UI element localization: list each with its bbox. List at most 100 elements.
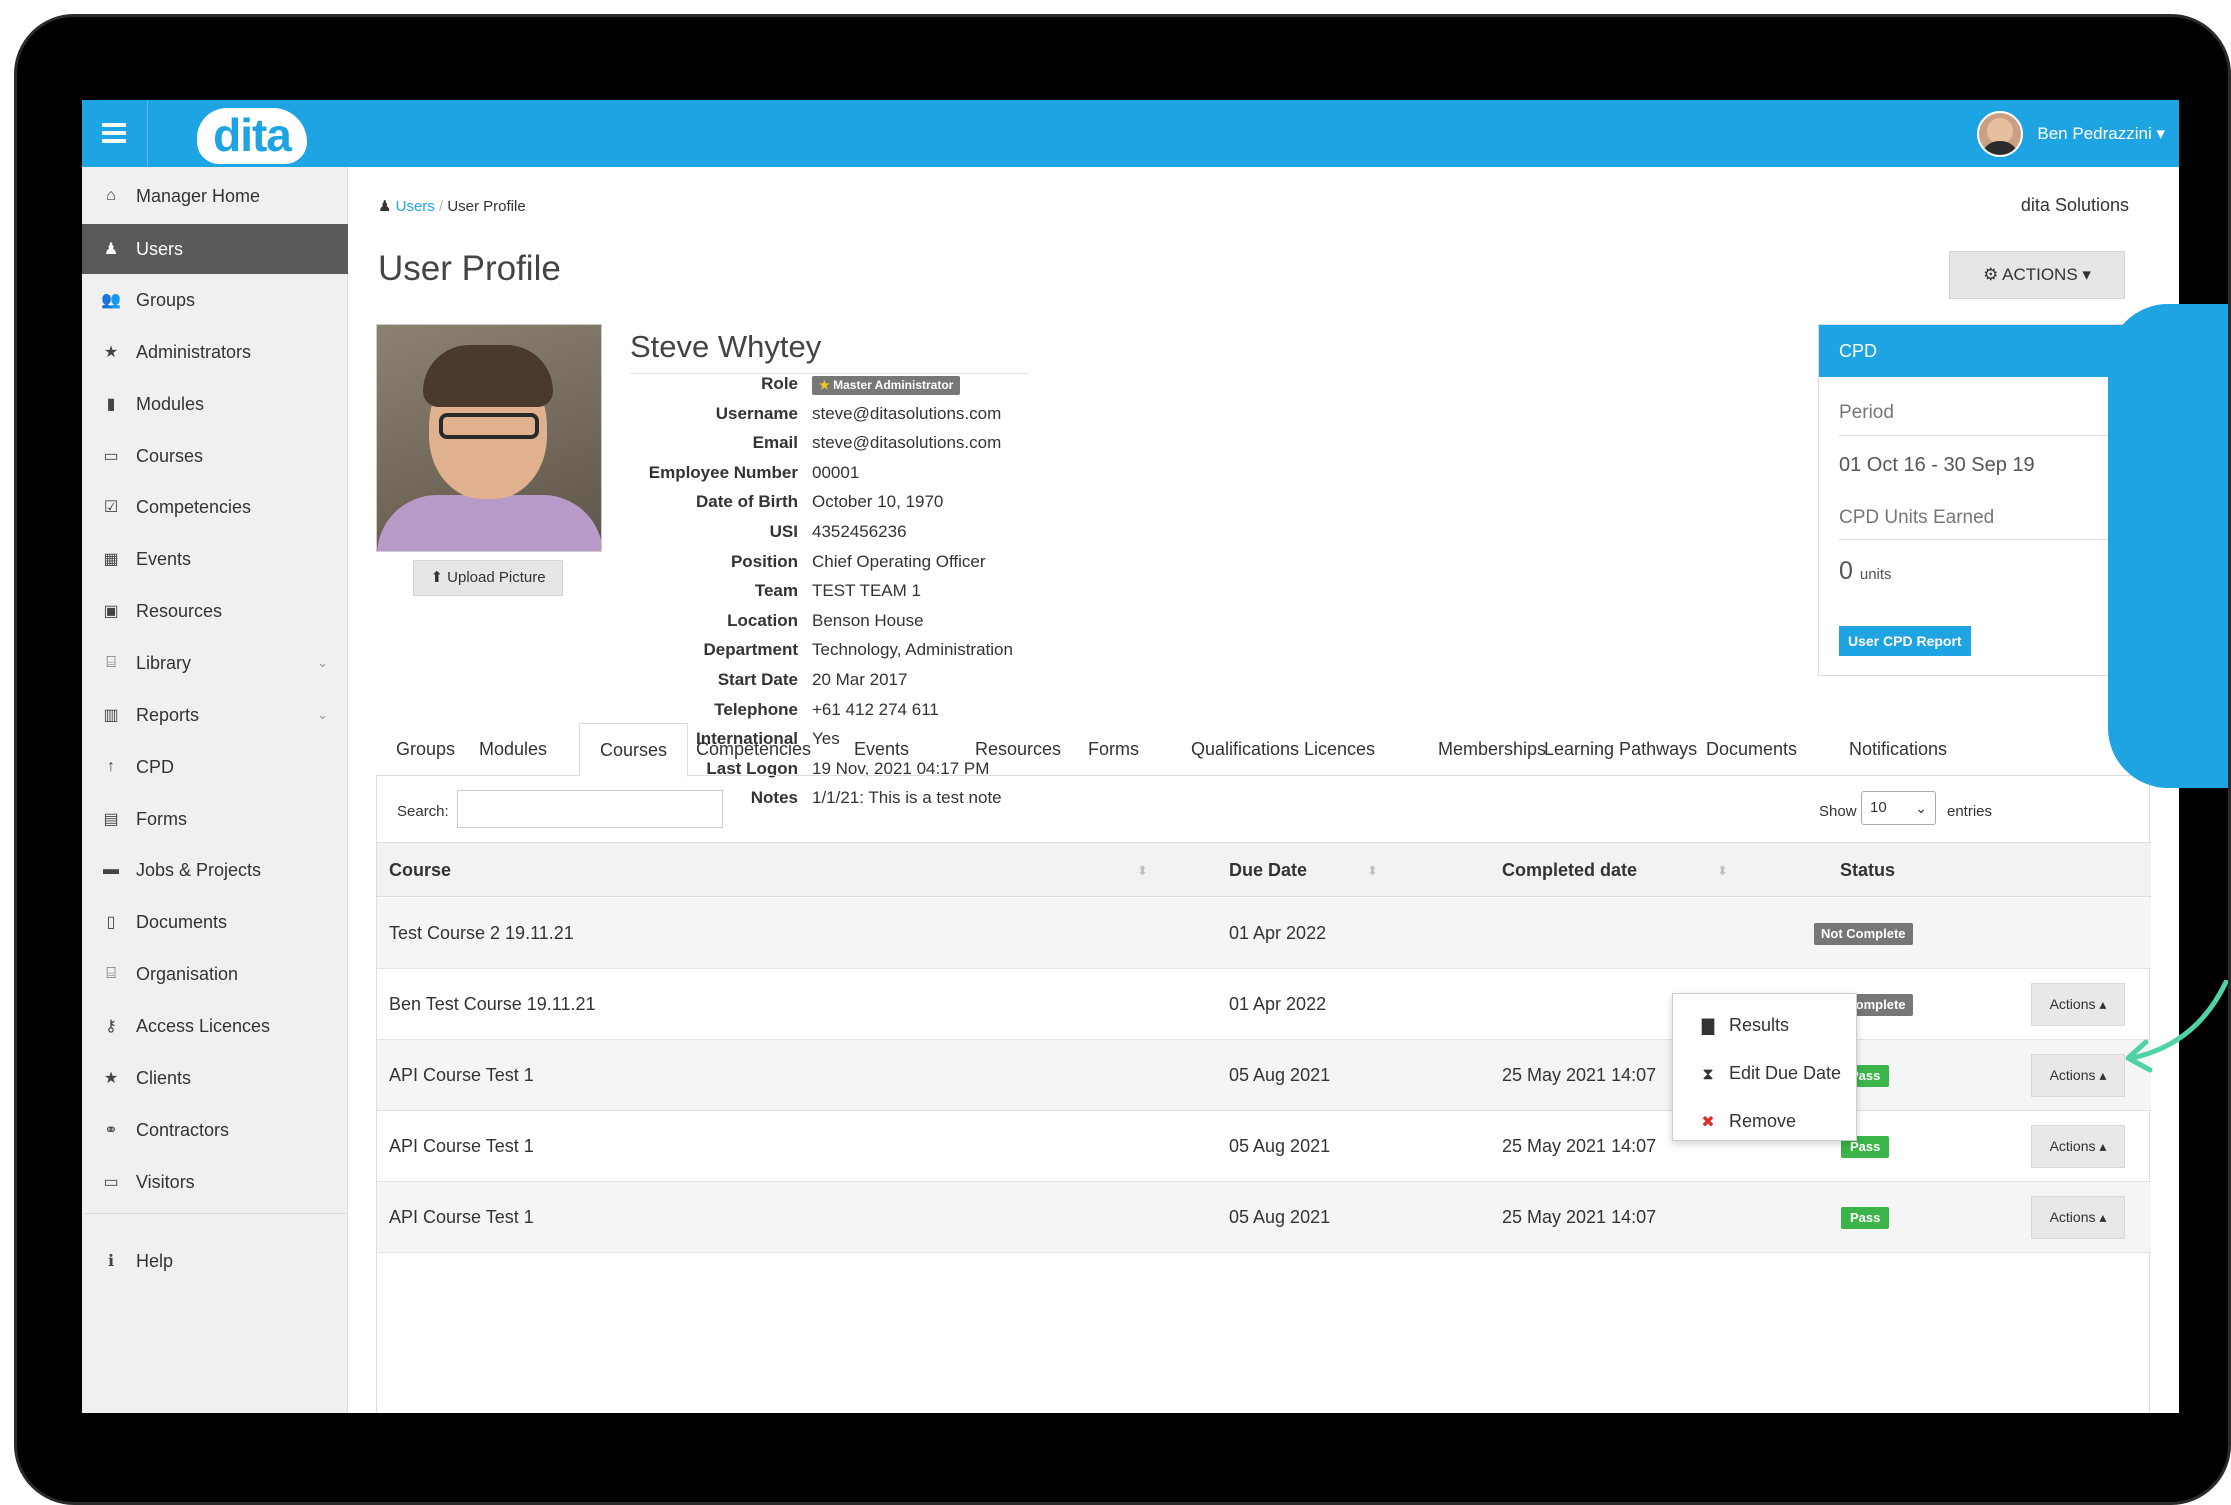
- breadcrumb-users-link[interactable]: Users: [396, 198, 435, 215]
- sidebar-item-label: Visitors: [136, 1171, 195, 1192]
- row-actions-button[interactable]: Actions ▴: [2031, 983, 2125, 1026]
- row-actions-button[interactable]: Actions ▴: [2031, 1125, 2125, 1168]
- sidebar-item-modules[interactable]: ▮ Modules: [82, 379, 348, 429]
- dita-logo[interactable]: dita: [197, 108, 307, 164]
- tab-resources[interactable]: Resources: [955, 723, 1081, 776]
- row-actions-button[interactable]: Actions ▴: [2031, 1196, 2125, 1239]
- breadcrumb-current: User Profile: [447, 198, 526, 215]
- sidebar-item-contractors[interactable]: ⚭ Contractors: [82, 1105, 348, 1155]
- sidebar-item-organisation[interactable]: ⌸ Organisation: [82, 949, 348, 999]
- sidebar-item-visitors[interactable]: ▭ Visitors: [82, 1157, 348, 1207]
- folder-icon: ▭: [103, 448, 119, 465]
- profile-field-value: Chief Operating Officer: [812, 551, 986, 571]
- chevron-down-icon: ⌄: [1915, 800, 1927, 816]
- sidebar-item-label: Reports: [136, 704, 200, 725]
- tab-events[interactable]: Events: [834, 723, 929, 776]
- profile-field-value: October 10, 1970: [812, 492, 944, 512]
- column-status[interactable]: Status: [1840, 843, 1895, 898]
- calendar-icon: ▦: [103, 551, 119, 568]
- dropdown-item-edit-due-date[interactable]: ⧗ Edit Due Date: [1673, 1052, 1858, 1094]
- column-completed-date[interactable]: Completed date: [1502, 843, 1637, 898]
- callout-bubble: [2108, 304, 2228, 788]
- entries-per-page-select[interactable]: 10 ⌄: [1861, 791, 1936, 825]
- sort-icon[interactable]: ⬍: [1137, 843, 1148, 898]
- course-name: Ben Test Course 19.11.21: [389, 994, 596, 1014]
- cpd-units-number: 0: [1839, 557, 1853, 585]
- breadcrumb-separator: /: [438, 198, 444, 215]
- sidebar-item-groups[interactable]: 👥 Groups: [82, 275, 348, 325]
- table-row: Test Course 2 19.11.21 01 Apr 2022 Not Com…: [377, 898, 2151, 969]
- tab-forms[interactable]: Forms: [1068, 723, 1159, 776]
- sidebar-item-reports[interactable]: ▥ Reports ⌄: [82, 690, 348, 740]
- organisation-name: dita Solutions: [2020, 195, 2129, 215]
- course-name: API Course Test 1: [389, 1136, 534, 1156]
- avatar: [1977, 110, 2024, 157]
- chart-icon: ▥: [103, 707, 119, 724]
- due-date: 05 Aug 2021: [1229, 1136, 1331, 1156]
- top-navbar: dita Ben Pedrazzini ▾: [82, 100, 2179, 167]
- sidebar-item-label: Courses: [136, 445, 204, 466]
- sidebar-item-administrators[interactable]: ★ Administrators: [82, 327, 348, 377]
- user-menu[interactable]: Ben Pedrazzini ▾: [1977, 100, 2179, 167]
- sidebar-item-label: Modules: [136, 393, 205, 414]
- sidebar-item-clients[interactable]: ★ Clients: [82, 1053, 348, 1103]
- sidebar-item-competencies[interactable]: ☑ Competencies: [82, 482, 348, 532]
- profile-field-value: Benson House: [812, 610, 924, 630]
- profile-field-label: Position: [730, 551, 798, 571]
- profile-field-value: steve@ditasolutions.com: [812, 433, 1002, 453]
- tab-courses[interactable]: Courses: [579, 723, 689, 777]
- role-badge: ★ Master Administrator: [812, 376, 961, 395]
- dropdown-item-remove[interactable]: ✖ Remove: [1673, 1100, 1858, 1142]
- tab-modules[interactable]: Modules: [459, 723, 567, 776]
- user-icon: ♟: [103, 241, 119, 258]
- user-cpd-report-button[interactable]: User CPD Report: [1839, 626, 1971, 656]
- sidebar-item-cpd[interactable]: ↑ CPD: [82, 742, 348, 792]
- status-badge: Not Complete: [1814, 923, 1913, 945]
- row-actions-button[interactable]: Actions ▴: [2031, 1054, 2125, 1097]
- archive-icon: ▣: [103, 603, 119, 620]
- sidebar-item-help[interactable]: ℹ Help: [82, 1236, 348, 1286]
- hamburger-menu-button[interactable]: [82, 100, 148, 167]
- sidebar-item-manager-home[interactable]: ⌂ Manager Home: [82, 171, 348, 221]
- sidebar-item-label: Administrators: [136, 341, 252, 362]
- actions-button[interactable]: ⚙ ACTIONS ▾: [1949, 251, 2125, 299]
- tab-notifications[interactable]: Notifications: [1829, 723, 1967, 776]
- entries-label: entries: [1947, 803, 1993, 820]
- profile-field-label: Team: [754, 581, 798, 601]
- due-date: 01 Apr 2022: [1229, 923, 1327, 943]
- tab-documents[interactable]: Documents: [1686, 723, 1817, 776]
- sidebar-item-library[interactable]: ⌸ Library ⌄: [82, 638, 348, 688]
- profile-field-label: Telephone: [714, 699, 798, 719]
- search-input[interactable]: [457, 790, 723, 828]
- profile-field-label: Role: [761, 374, 798, 393]
- sidebar-item-forms[interactable]: ▤ Forms: [82, 794, 348, 844]
- upload-picture-button[interactable]: ⬆ Upload Picture: [413, 560, 563, 596]
- profile-photo: [376, 324, 602, 552]
- course-name: API Course Test 1: [389, 1065, 534, 1085]
- star-icon: ★: [819, 378, 830, 392]
- profile-tabs: Groups Modules Courses Competencies Events Re…: [376, 723, 2150, 777]
- divider: [82, 1213, 348, 1214]
- sidebar-item-label: Documents: [136, 911, 228, 932]
- sidebar-item-events[interactable]: ▦ Events: [82, 534, 348, 584]
- due-date: 01 Apr 2022: [1229, 994, 1327, 1014]
- column-due-date[interactable]: Due Date: [1229, 843, 1307, 898]
- sidebar-item-resources[interactable]: ▣ Resources: [82, 586, 348, 636]
- sidebar-item-access-licences[interactable]: ⚷ Access Licences: [82, 1001, 348, 1051]
- tab-competencies[interactable]: Competencies: [676, 723, 831, 776]
- sidebar-item-jobs-projects[interactable]: ▬ Jobs & Projects: [82, 845, 348, 895]
- dropdown-item-results[interactable]: ▇ Results: [1673, 1004, 1858, 1046]
- sidebar-item-documents[interactable]: ▯ Documents: [82, 897, 348, 947]
- sort-icon[interactable]: ⬍: [1367, 843, 1378, 898]
- sidebar-item-users[interactable]: ♟ Users: [82, 224, 348, 274]
- status-badge: Pass: [1841, 1207, 1890, 1229]
- page-title: User Profile: [378, 249, 561, 288]
- document-icon: ▯: [106, 914, 116, 931]
- sidebar-item-courses[interactable]: ▭ Courses: [82, 431, 348, 481]
- sort-icon[interactable]: ⬍: [1717, 843, 1728, 898]
- hamburger-icon-bar: [102, 139, 126, 143]
- profile-field-label: Date of Birth: [696, 492, 798, 512]
- tab-licences[interactable]: Licences: [1284, 723, 1395, 776]
- sidebar-item-label: Forms: [136, 808, 187, 829]
- column-course[interactable]: Course: [389, 843, 451, 898]
